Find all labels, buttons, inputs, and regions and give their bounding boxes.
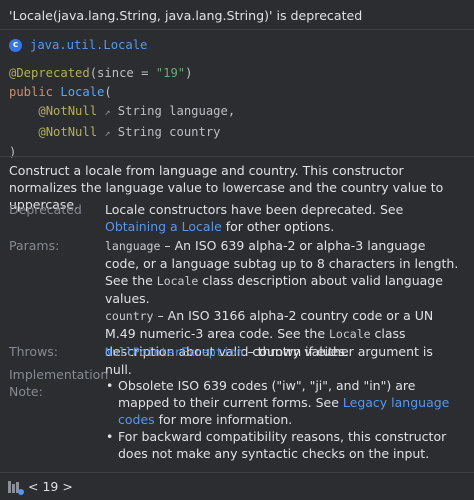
params-list: language – An ISO 639 alpha-2 or alpha-3… <box>105 237 463 360</box>
throws-text: NullPointerException – thrown if either … <box>105 343 463 378</box>
implementation-label: Implementation Note: <box>9 367 109 399</box>
version-label: 19 <box>42 479 59 494</box>
implementation-list: • Obsolete ISO 639 codes ("iw", "ji", and… <box>105 377 463 462</box>
exception-link[interactable]: NullPointerException <box>105 345 243 359</box>
notnull-annotation[interactable]: @NotNull <box>38 125 97 139</box>
param-type[interactable]: String <box>118 104 162 118</box>
param-type[interactable]: String <box>118 125 162 139</box>
public-keyword: public <box>9 85 54 100</box>
locale-code: Locale <box>156 274 199 288</box>
warning-header: 'Locale(java.lang.String, java.lang.Stri… <box>0 0 474 30</box>
annotation-args-close: ) <box>185 66 193 80</box>
constructor-name: Locale <box>60 85 105 100</box>
version-prev[interactable]: < <box>28 479 42 494</box>
footer-bar: < 19 > <box>0 472 474 500</box>
since-value: "19" <box>155 66 186 80</box>
class-icon: c <box>9 38 22 52</box>
param-comma: , <box>227 104 236 119</box>
params-label: Params: <box>9 238 60 253</box>
param-name: language <box>169 104 228 119</box>
notnull-annotation[interactable]: @NotNull <box>38 104 97 118</box>
bullet-dot: • <box>106 429 114 444</box>
list-item: • For backward compatibility reasons, thi… <box>105 428 463 462</box>
param-name: country <box>169 124 221 139</box>
external-link-icon: ↗ <box>104 127 111 139</box>
bullet-dot: • <box>106 378 114 393</box>
external-link-icon: ↗ <box>104 107 111 119</box>
deprecated-text-b: for other options. <box>221 219 335 234</box>
param-item: language – An ISO 639 alpha-2 or alpha-3… <box>105 237 463 307</box>
package-row: c java.util.Locale <box>9 37 147 53</box>
version-switcher[interactable]: < 19 > <box>28 479 73 494</box>
bullet-text-a: For backward compatibility reasons, this… <box>118 429 447 461</box>
open-paren: ( <box>104 85 112 100</box>
package-link[interactable]: java.util.Locale <box>30 38 147 52</box>
param-code-name: country <box>105 309 154 323</box>
throws-label: Throws: <box>9 344 59 359</box>
obtaining-locale-link[interactable]: Obtaining a Locale <box>105 219 222 234</box>
deprecated-annotation[interactable]: @Deprecated <box>9 66 90 80</box>
header-title: 'Locale(java.lang.String, java.lang.Stri… <box>9 8 363 23</box>
version-next[interactable]: > <box>58 479 72 494</box>
annotation-args-open: (since = <box>89 66 156 80</box>
deprecated-label: Deprecated <box>9 202 82 217</box>
divider <box>0 156 474 157</box>
list-item: • Obsolete ISO 639 codes ("iw", "ji", and… <box>105 377 463 428</box>
deprecated-text-a: Locale constructors have been deprecated… <box>105 202 404 217</box>
library-icon[interactable] <box>8 480 24 495</box>
locale-code: Locale <box>329 327 371 341</box>
method-signature: @Deprecated(since = "19") public Locale(… <box>9 64 235 162</box>
bullet-text-b: for more information. <box>154 412 293 427</box>
param-code-name: language <box>105 239 161 253</box>
deprecated-text: Locale constructors have been deprecated… <box>105 201 463 235</box>
